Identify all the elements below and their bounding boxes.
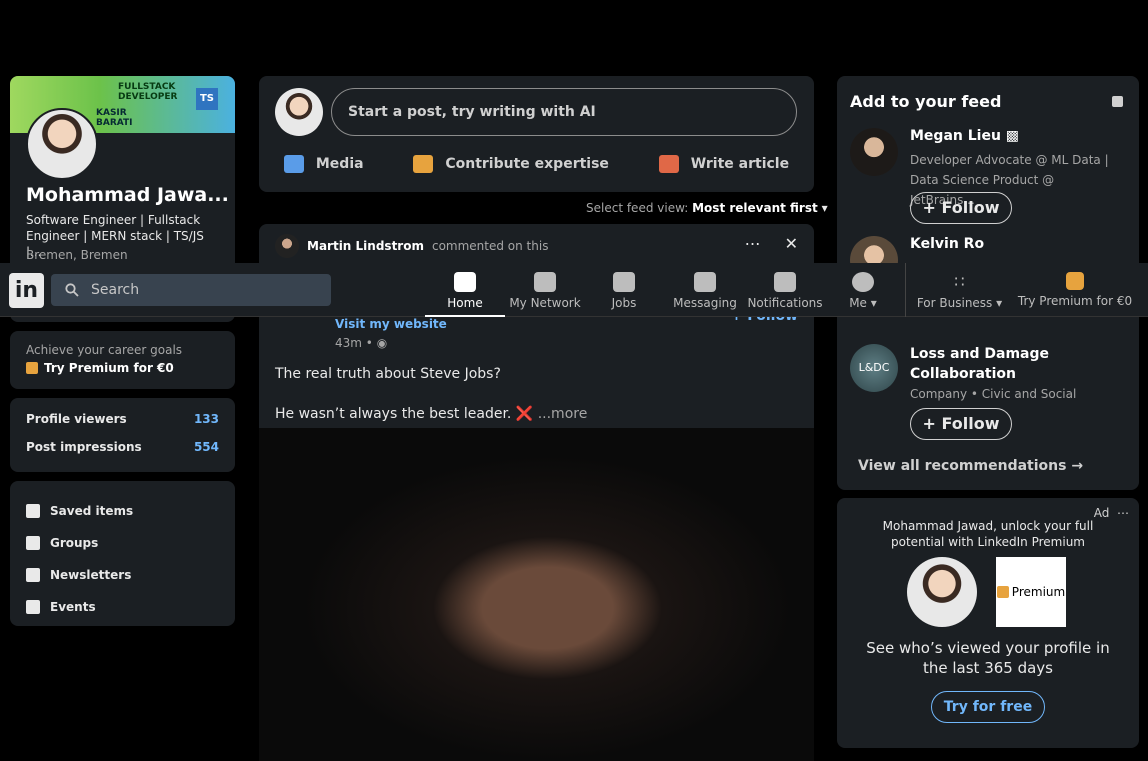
- link-events[interactable]: Events: [26, 591, 219, 623]
- ad-message: Mohammad Jawad, unlock your full potenti…: [882, 519, 1094, 549]
- premium-card-text: Achieve your career goals: [26, 343, 183, 357]
- post-text: The real truth about Steve Jobs? He wasn…: [275, 366, 588, 422]
- linkedin-logo[interactable]: in: [9, 273, 44, 308]
- home-icon: [454, 272, 476, 292]
- rec-name[interactable]: Megan Lieu ▩: [910, 128, 1019, 144]
- nav-home[interactable]: Home: [425, 263, 505, 317]
- caret-down-icon: ▾: [821, 201, 828, 215]
- visit-website-link[interactable]: Visit my website: [335, 317, 447, 331]
- link-saved-items[interactable]: Saved items: [26, 495, 219, 527]
- rec-follow-button[interactable]: + Follow: [910, 408, 1012, 440]
- recommendation-item: Megan Lieu ▩ Developer Advocate @ ML Dat…: [850, 128, 1130, 228]
- bookmark-icon: [26, 504, 40, 518]
- rec-name[interactable]: Loss and Damage Collaboration: [910, 344, 1090, 384]
- nav-messaging[interactable]: Messaging: [665, 263, 745, 317]
- ad-avatar: [907, 557, 977, 627]
- profile-avatar[interactable]: [26, 108, 98, 180]
- messaging-icon: [694, 272, 716, 292]
- rec-name[interactable]: Kelvin Ro: [910, 236, 984, 252]
- search-icon: [65, 283, 79, 297]
- actor-name[interactable]: Martin Lindstrom: [307, 239, 424, 253]
- avatar: [852, 272, 874, 292]
- stat-profile-viewers[interactable]: Profile viewers 133: [26, 412, 219, 440]
- recommendation-item: L&DC Loss and Damage Collaboration Compa…: [850, 344, 1130, 444]
- composer-avatar[interactable]: [275, 88, 323, 136]
- post-timestamp: 43m • ◉: [335, 336, 388, 350]
- expertise-icon: [413, 155, 434, 173]
- link-groups[interactable]: Groups: [26, 527, 219, 559]
- premium-icon: [996, 586, 1009, 598]
- groups-icon: [26, 536, 40, 550]
- jobs-icon: [613, 272, 635, 292]
- write-article-button[interactable]: Write article: [658, 152, 789, 176]
- media-button[interactable]: Media: [283, 152, 364, 176]
- contribute-expertise-button[interactable]: Contribute expertise: [413, 152, 609, 176]
- image-icon: [283, 155, 304, 173]
- post-image[interactable]: [259, 428, 814, 761]
- profile-location: Bremen, Bremen: [26, 248, 128, 262]
- premium-icon: [26, 362, 38, 374]
- rec-avatar[interactable]: [850, 128, 898, 176]
- banner-name: KASIR BARATI: [96, 108, 133, 128]
- nav-jobs[interactable]: Jobs: [590, 263, 658, 317]
- premium-icon: [1066, 272, 1084, 290]
- typescript-logo: TS: [196, 88, 218, 110]
- premium-card-cta[interactable]: Try Premium for €0: [26, 361, 219, 375]
- rec-follow-button[interactable]: + Follow: [910, 192, 1012, 224]
- linkedin-badge-icon: ▩: [1005, 128, 1020, 144]
- nav-for-business[interactable]: ∷ For Business ▾: [912, 263, 1007, 317]
- profile-name[interactable]: Mohammad Jawa...: [26, 184, 229, 206]
- ad-headline: See who’s viewed your profile in the las…: [866, 639, 1110, 677]
- nav-notifications[interactable]: Notifications: [745, 263, 825, 317]
- view-all-recommendations-link[interactable]: View all recommendations →: [858, 458, 1083, 474]
- search-input[interactable]: Search: [51, 274, 331, 306]
- feed-card-title: Add to your feed: [850, 92, 1002, 111]
- post-context: Martin Lindstrom commented on this: [275, 234, 548, 258]
- premium-card[interactable]: Achieve your career goals Try Premium fo…: [10, 331, 235, 389]
- info-icon[interactable]: [1112, 96, 1123, 107]
- bell-icon: [774, 272, 796, 292]
- link-newsletters[interactable]: Newsletters: [26, 559, 219, 591]
- more-options-icon[interactable]: ⋯: [745, 234, 761, 253]
- post-composer: Start a post, try writing with AI Media …: [259, 76, 814, 192]
- rec-avatar[interactable]: L&DC: [850, 344, 898, 392]
- newsletter-icon: [26, 568, 40, 582]
- links-card: Saved items Groups Newsletters Events: [10, 481, 235, 626]
- start-post-input[interactable]: Start a post, try writing with AI: [331, 88, 797, 136]
- close-icon[interactable]: ✕: [785, 234, 798, 253]
- nav-try-premium[interactable]: Try Premium for €0: [1012, 263, 1138, 317]
- calendar-icon: [26, 600, 40, 614]
- nav-me[interactable]: Me ▾: [830, 263, 896, 317]
- stat-post-impressions[interactable]: Post impressions 554: [26, 440, 219, 468]
- top-nav-bar: in Search Home My Network Jobs Messaging…: [0, 263, 1148, 317]
- stats-card: Profile viewers 133 Post impressions 554: [10, 398, 235, 472]
- article-icon: [658, 155, 679, 173]
- globe-icon: ◉: [376, 336, 388, 350]
- actor-avatar[interactable]: [275, 234, 299, 258]
- premium-logo: Premium: [996, 557, 1066, 627]
- nav-my-network[interactable]: My Network: [505, 263, 585, 317]
- banner-title: FULLSTACK DEVELOPER: [118, 82, 178, 102]
- rec-description: Company • Civic and Social: [910, 387, 1077, 401]
- see-more-link[interactable]: ...more: [538, 406, 588, 422]
- network-icon: [534, 272, 556, 292]
- nav-divider: [905, 263, 906, 317]
- grid-icon: ∷: [954, 272, 965, 291]
- premium-ad-card: Ad ⋯ Mohammad Jawad, unlock your full po…: [837, 498, 1139, 748]
- try-for-free-button[interactable]: Try for free: [931, 691, 1045, 723]
- feed-view-selector[interactable]: Select feed view: Most relevant first ▾: [586, 201, 828, 215]
